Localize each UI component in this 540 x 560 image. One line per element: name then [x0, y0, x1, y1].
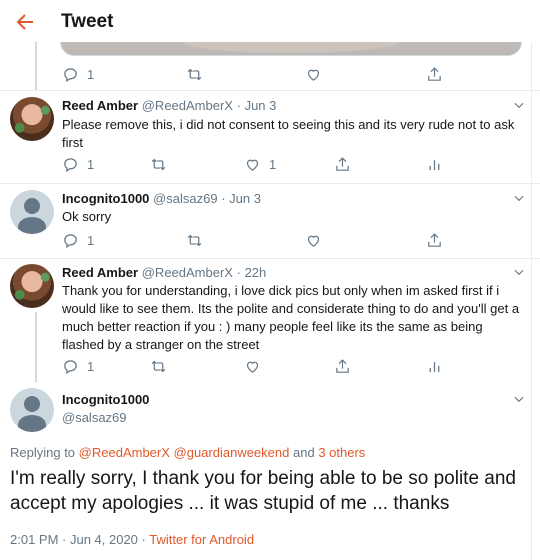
tweet-actions: 1 [62, 230, 452, 250]
main-tweet-text: I'm really sorry, I thank you for being … [10, 468, 516, 514]
chevron-down-icon[interactable] [512, 98, 526, 112]
analytics-icon [429, 361, 440, 372]
retweet-icon [187, 234, 202, 246]
like-button[interactable] [305, 230, 322, 250]
retweet-icon [151, 158, 166, 170]
back-arrow-icon [16, 14, 33, 30]
divider [0, 90, 540, 91]
author-name[interactable]: Incognito1000 [62, 392, 149, 407]
tweet-actions: 1 [62, 64, 452, 84]
retweet-button[interactable] [150, 356, 167, 376]
divider [0, 183, 540, 184]
share-button[interactable] [334, 356, 351, 376]
separator: · [236, 265, 241, 280]
retweet-icon [187, 68, 202, 80]
tweet-timestamp[interactable]: 2:01 PM · Jun 4, 2020 [10, 532, 138, 547]
author-handle[interactable]: @salsaz69 [62, 410, 127, 425]
tweet-time[interactable]: Jun 3 [229, 191, 261, 206]
share-button[interactable] [426, 230, 443, 250]
tweet-time[interactable]: Jun 3 [245, 98, 277, 113]
column-border [531, 0, 532, 560]
separator: · [141, 532, 146, 547]
like-icon [246, 361, 259, 373]
like-icon [246, 159, 259, 171]
reply-button[interactable]: 1 [62, 154, 94, 174]
author-handle[interactable]: @ReedAmberX [142, 265, 233, 280]
header-bar: Tweet [0, 0, 540, 42]
like-button[interactable] [244, 356, 261, 376]
thread-line [35, 42, 37, 90]
tweet-timestamp-line: 2:01 PM · Jun 4, 2020 · Twitter for Andr… [10, 532, 254, 547]
reply-icon [64, 157, 77, 172]
retweet-icon [151, 360, 166, 372]
share-button[interactable] [426, 64, 443, 84]
author-handle[interactable]: @salsaz69 [153, 191, 218, 206]
share-button[interactable] [334, 154, 351, 174]
reply-icon [64, 359, 77, 374]
chevron-down-icon[interactable] [512, 392, 526, 406]
replying-prefix: Replying to [10, 445, 76, 460]
share-icon [336, 156, 349, 171]
author-name[interactable]: Reed Amber [62, 265, 138, 280]
like-count: 1 [269, 156, 277, 172]
chevron-down-icon[interactable] [512, 265, 526, 279]
like-icon [307, 69, 320, 81]
separator: · [236, 98, 241, 113]
replying-and: and [292, 445, 315, 460]
avatar[interactable] [10, 97, 54, 141]
divider [0, 258, 540, 259]
reply-count: 1 [87, 66, 95, 82]
tweet-header: Incognito1000 @salsaz69 · Jun 3 [62, 191, 261, 206]
tweet-header: Reed Amber @ReedAmberX · 22h [62, 265, 266, 280]
avatar[interactable] [10, 190, 54, 234]
separator: · [221, 191, 226, 206]
thread-line [35, 312, 37, 382]
tweet-header: Reed Amber @ReedAmberX · Jun 3 [62, 98, 276, 113]
reply-button[interactable]: 1 [62, 64, 94, 84]
tweet-source-link[interactable]: Twitter for Android [149, 532, 254, 547]
like-button[interactable]: 1 [244, 154, 276, 174]
share-icon [336, 358, 349, 373]
tweet-actions: 1 1 [62, 154, 452, 174]
retweet-button[interactable] [186, 230, 203, 250]
chevron-down-icon[interactable] [512, 191, 526, 205]
avatar[interactable] [10, 388, 54, 432]
replying-to-line: Replying to @ReedAmberX @guardianweekend… [10, 445, 365, 460]
avatar[interactable] [10, 264, 54, 308]
retweet-button[interactable] [186, 64, 203, 84]
tweet-time[interactable]: 22h [245, 265, 267, 280]
reply-count: 1 [87, 156, 95, 172]
share-icon [428, 66, 441, 81]
tweet-text: Ok sorry [62, 209, 112, 224]
others-link[interactable]: 3 others [318, 445, 365, 460]
reply-count: 1 [87, 232, 95, 248]
analytics-icon [429, 159, 440, 170]
reply-button[interactable]: 1 [62, 230, 94, 250]
author-name[interactable]: Reed Amber [62, 98, 138, 113]
reply-icon [64, 233, 77, 248]
tweet-text: Thank you for understanding, i love dick… [62, 283, 520, 352]
share-icon [428, 232, 441, 247]
mentioned-users-link[interactable]: @ReedAmberX @guardianweekend [79, 445, 290, 460]
reply-button[interactable]: 1 [62, 356, 94, 376]
like-icon [307, 235, 320, 247]
like-button[interactable] [305, 64, 322, 84]
page-title: Tweet [61, 11, 114, 32]
analytics-button[interactable] [426, 154, 443, 174]
retweet-button[interactable] [150, 154, 167, 174]
author-name[interactable]: Incognito1000 [62, 191, 149, 206]
author-handle[interactable]: @ReedAmberX [142, 98, 233, 113]
reply-count: 1 [87, 358, 95, 374]
tweet-text: Please remove this, i did not consent to… [62, 117, 515, 150]
tweet-actions: 1 [62, 356, 452, 376]
back-button[interactable] [13, 10, 37, 34]
reply-icon [64, 67, 77, 82]
analytics-button[interactable] [426, 356, 443, 376]
